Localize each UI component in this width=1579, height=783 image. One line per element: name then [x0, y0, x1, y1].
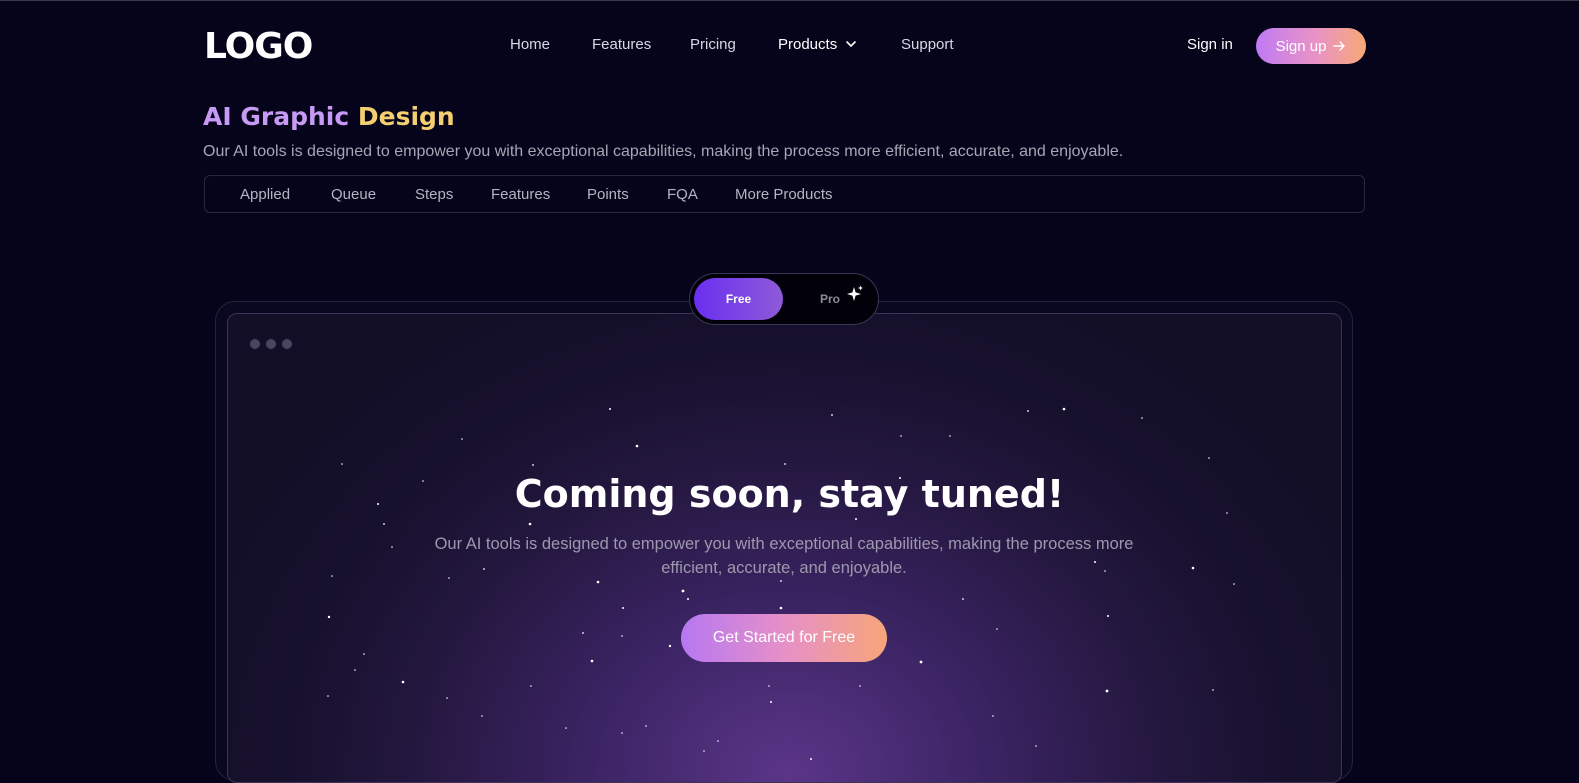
page-title: AI Graphic Design [203, 102, 455, 131]
tab-fqa[interactable]: FQA [667, 186, 698, 203]
top-border [0, 0, 1579, 1]
plan-pro-option[interactable]: Pro [820, 292, 840, 306]
tab-features[interactable]: Features [491, 186, 550, 203]
page-title-part1: AI Graphic [203, 102, 350, 131]
page-title-part2: Design [357, 102, 455, 131]
nav-products-label: Products [778, 36, 838, 53]
plan-free-option[interactable]: Free [694, 278, 783, 320]
sign-up-button[interactable]: Sign up [1256, 28, 1366, 64]
nav-features[interactable]: Features [592, 36, 651, 53]
get-started-button[interactable]: Get Started for Free [681, 614, 887, 662]
tab-points[interactable]: Points [587, 186, 629, 203]
sign-up-label: Sign up [1275, 37, 1327, 55]
sign-in-link[interactable]: Sign in [1187, 36, 1233, 53]
arrow-right-icon [1333, 41, 1346, 51]
plan-toggle: Free Pro [689, 273, 879, 325]
nav-home[interactable]: Home [510, 36, 550, 53]
hero-description: Our AI tools is designed to empower you … [434, 535, 1134, 577]
page-subtitle: Our AI tools is designed to empower you … [203, 143, 1124, 160]
tab-steps[interactable]: Steps [415, 186, 453, 203]
tab-more-products[interactable]: More Products [735, 186, 833, 203]
chevron-down-icon [846, 41, 857, 47]
section-tabs: Applied Queue Steps Features Points FQA … [204, 175, 1365, 213]
hero-title: Coming soon, stay tuned! [514, 472, 1065, 516]
tab-queue[interactable]: Queue [331, 186, 376, 203]
nav-products[interactable]: Products [778, 36, 857, 53]
nav-support[interactable]: Support [901, 36, 954, 53]
nav-pricing[interactable]: Pricing [690, 36, 736, 53]
sparkle-icon [847, 285, 863, 301]
tab-applied[interactable]: Applied [240, 186, 290, 203]
